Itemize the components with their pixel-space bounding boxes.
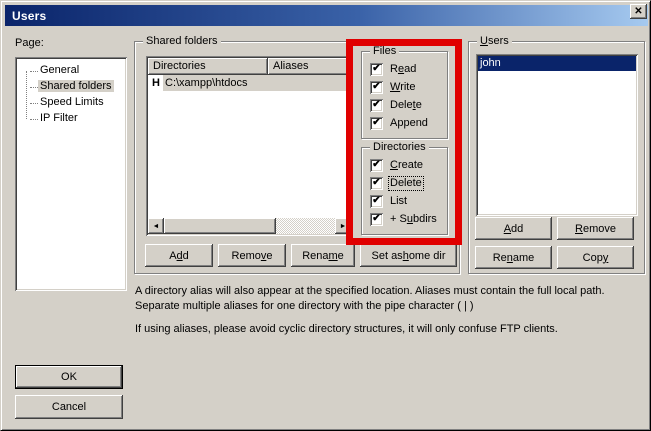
title-bar: Users xyxy=(5,5,648,26)
directory-path: C:\xampp\htdocs xyxy=(163,75,351,91)
checkbox-icon[interactable]: ✔ xyxy=(370,81,383,94)
close-icon[interactable]: ✕ xyxy=(630,4,647,19)
copy-user-button[interactable]: Copy xyxy=(557,246,634,269)
scrollbar-thumb[interactable] xyxy=(164,218,276,234)
cancel-button[interactable]: Cancel xyxy=(15,395,123,419)
alias-info-text: A directory alias will also appear at th… xyxy=(135,284,643,345)
rename-user-button[interactable]: Rename xyxy=(475,246,552,269)
tree-item-ip-filter[interactable]: IP Filter xyxy=(19,111,123,127)
alias-info-paragraph-1: A directory alias will also appear at th… xyxy=(135,284,643,314)
checkbox-files-delete[interactable]: ✔ Delete xyxy=(370,99,429,112)
files-group-label: Files xyxy=(370,45,399,58)
user-list-item[interactable]: john xyxy=(478,56,636,71)
rename-folder-button[interactable]: Rename xyxy=(291,244,355,267)
column-header-aliases[interactable]: Aliases xyxy=(268,58,351,75)
shared-folders-group-label: Shared folders xyxy=(143,35,221,48)
checkbox-dirs-subdirs[interactable]: ✔ + Subdirs xyxy=(370,213,438,226)
checkbox-dirs-delete[interactable]: ✔ Delete xyxy=(370,177,438,190)
checkbox-dirs-create[interactable]: ✔ Create xyxy=(370,159,438,172)
checkbox-dirs-list[interactable]: ✔ List xyxy=(370,195,438,208)
scroll-left-icon[interactable]: ◄ xyxy=(148,218,164,234)
checkbox-files-append[interactable]: ✔ Append xyxy=(370,117,429,130)
users-group: Users john Add Remove Rename Copy xyxy=(468,41,645,274)
ok-button[interactable]: OK xyxy=(15,365,123,389)
tree-item-speed-limits[interactable]: Speed Limits xyxy=(19,95,123,111)
checkbox-icon[interactable]: ✔ xyxy=(370,195,383,208)
page-label: Page: xyxy=(15,37,44,49)
checkbox-icon[interactable]: ✔ xyxy=(370,63,383,76)
checkbox-icon[interactable]: ✔ xyxy=(370,117,383,130)
shared-folders-group: Shared folders Directories Aliases H C:\… xyxy=(134,41,460,274)
checkbox-icon[interactable]: ✔ xyxy=(370,177,383,190)
checkbox-files-write[interactable]: ✔ Write xyxy=(370,81,429,94)
users-dialog: Users ✕ Page: General Shared folders Spe… xyxy=(0,0,651,431)
checkbox-icon[interactable]: ✔ xyxy=(370,213,383,226)
home-marker: H xyxy=(148,75,163,91)
alias-info-paragraph-2: If using aliases, please avoid cyclic di… xyxy=(135,322,643,337)
users-group-label: Users xyxy=(477,35,512,48)
set-as-home-dir-button[interactable]: Set as home dir xyxy=(360,244,457,267)
files-permissions-group: Files ✔ Read ✔ Write ✔ Delete ✔ Append xyxy=(361,51,448,139)
add-user-button[interactable]: Add xyxy=(475,217,552,240)
page-tree: General Shared folders Speed Limits IP F… xyxy=(15,57,127,291)
listview-header: Directories Aliases xyxy=(148,58,351,75)
scroll-right-icon[interactable]: ► xyxy=(335,218,351,234)
window-title: Users xyxy=(12,9,46,23)
checkbox-icon[interactable]: ✔ xyxy=(370,99,383,112)
remove-user-button[interactable]: Remove xyxy=(557,217,634,240)
checkbox-icon[interactable]: ✔ xyxy=(370,159,383,172)
column-header-directories[interactable]: Directories xyxy=(148,58,268,75)
tree-item-general[interactable]: General xyxy=(19,63,123,79)
directories-permissions-group: Directories ✔ Create ✔ Delete ✔ List ✔ +… xyxy=(361,147,448,235)
scrollbar-track[interactable] xyxy=(276,218,335,234)
directories-group-label: Directories xyxy=(370,141,429,154)
horizontal-scrollbar[interactable]: ◄ ► xyxy=(148,218,351,234)
tree-item-shared-folders[interactable]: Shared folders xyxy=(19,79,123,95)
remove-folder-button[interactable]: Remove xyxy=(218,244,286,267)
add-folder-button[interactable]: Add xyxy=(145,244,213,267)
directory-row[interactable]: H C:\xampp\htdocs xyxy=(148,75,351,91)
checkbox-files-read[interactable]: ✔ Read xyxy=(370,63,429,76)
users-listbox[interactable]: john xyxy=(476,54,638,216)
directories-listview[interactable]: Directories Aliases H C:\xampp\htdocs ◄ … xyxy=(146,56,353,236)
